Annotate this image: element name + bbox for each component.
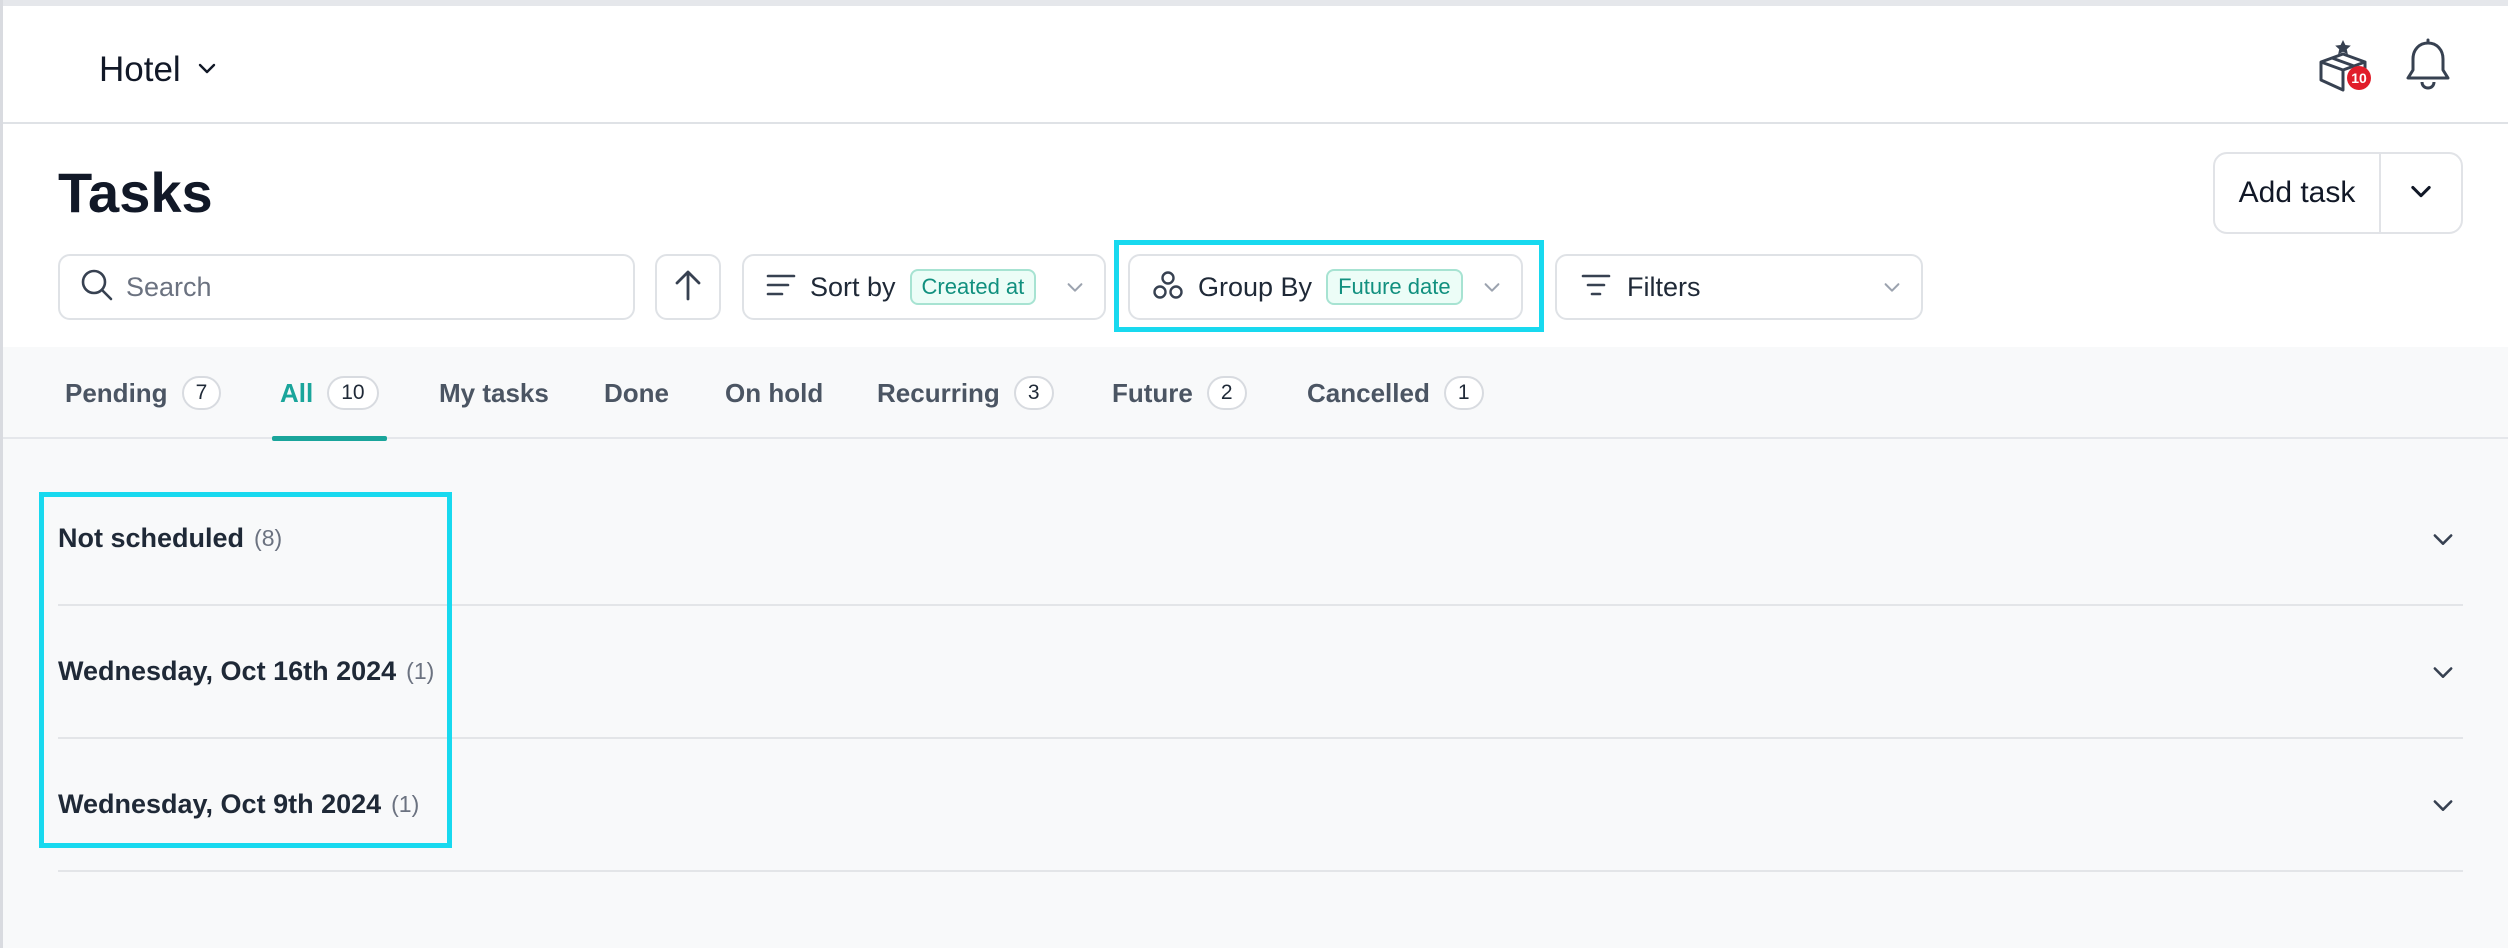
add-task-options-button[interactable] bbox=[2381, 154, 2461, 232]
chevron-down-icon bbox=[195, 56, 219, 85]
group-count: (1) bbox=[406, 658, 435, 684]
tab-count-badge: 2 bbox=[1206, 376, 1247, 410]
tab-future[interactable]: Future 2 bbox=[1112, 347, 1247, 439]
page-title: Tasks bbox=[58, 161, 213, 224]
property-switcher[interactable]: Hotel bbox=[99, 44, 219, 96]
group-header-oct-9[interactable]: Wednesday, Oct 9th 2024 (1) bbox=[58, 739, 2463, 872]
tab-all[interactable]: All 10 bbox=[272, 347, 387, 441]
top-bar: Hotel 10 bbox=[3, 0, 2508, 124]
property-name: Hotel bbox=[99, 50, 181, 89]
gift-box-icon: 10 bbox=[2313, 36, 2373, 96]
tab-count-badge: 1 bbox=[1443, 376, 1484, 410]
tab-recurring[interactable]: Recurring 3 bbox=[877, 347, 1054, 439]
chevron-down-icon bbox=[1064, 276, 1086, 303]
filters-label: Filters bbox=[1627, 271, 1701, 302]
tab-count-badge: 7 bbox=[181, 376, 222, 410]
group-title: Not scheduled bbox=[58, 523, 245, 553]
tab-label: Cancelled bbox=[1307, 377, 1430, 408]
sort-by-label: Sort by bbox=[810, 271, 896, 302]
tab-label: Recurring bbox=[877, 377, 1000, 408]
tab-count-badge: 3 bbox=[1013, 376, 1054, 410]
bell-icon bbox=[2403, 38, 2453, 97]
whats-new-gift-button[interactable]: 10 bbox=[2313, 36, 2373, 96]
tab-label: My tasks bbox=[439, 377, 549, 408]
add-task-split-button: Add task bbox=[2213, 152, 2463, 234]
notifications-button[interactable] bbox=[2399, 38, 2457, 96]
tab-count-badge: 10 bbox=[327, 376, 379, 410]
tab-label: On hold bbox=[725, 377, 824, 408]
arrow-up-icon bbox=[673, 268, 703, 307]
tab-label: Done bbox=[604, 377, 669, 408]
chevron-down-icon bbox=[2407, 177, 2435, 210]
chevron-down-icon bbox=[1881, 276, 1903, 303]
task-list-area: Pending 7 All 10 My tasks Done On hold R… bbox=[3, 347, 2508, 948]
sort-by-dropdown[interactable]: Sort by Created at bbox=[742, 254, 1106, 320]
tab-label: Future bbox=[1112, 377, 1193, 408]
group-count: (1) bbox=[391, 791, 420, 817]
search-input[interactable]: Search bbox=[126, 272, 212, 303]
search-icon bbox=[80, 268, 114, 307]
group-by-dropdown[interactable]: Group By Future date bbox=[1128, 254, 1523, 320]
status-tabs: Pending 7 All 10 My tasks Done On hold R… bbox=[3, 347, 2508, 441]
add-task-button[interactable]: Add task bbox=[2215, 154, 2381, 232]
filters-dropdown[interactable]: Filters bbox=[1555, 254, 1923, 320]
group-title: Wednesday, Oct 9th 2024 bbox=[58, 789, 382, 819]
group-header-oct-16[interactable]: Wednesday, Oct 16th 2024 (1) bbox=[58, 606, 2463, 739]
chevron-down-icon bbox=[2429, 658, 2457, 691]
group-circles-icon bbox=[1152, 269, 1184, 306]
group-count: (8) bbox=[254, 525, 283, 551]
tab-my-tasks[interactable]: My tasks bbox=[439, 347, 549, 439]
search-field[interactable]: Search bbox=[58, 254, 635, 320]
chevron-down-icon bbox=[2429, 791, 2457, 824]
chevron-down-icon bbox=[1481, 276, 1503, 303]
app-window: Hotel 10 Tasks Add task Search Sort by C… bbox=[0, 0, 2508, 948]
tab-label: Pending bbox=[65, 377, 168, 408]
filter-icon bbox=[1581, 272, 1611, 303]
group-value-pill: Future date bbox=[1326, 269, 1463, 305]
tab-label: All bbox=[280, 377, 314, 408]
sort-value-pill: Created at bbox=[909, 269, 1037, 305]
tab-done[interactable]: Done bbox=[604, 347, 669, 439]
tab-cancelled[interactable]: Cancelled 1 bbox=[1307, 347, 1484, 439]
gift-count-badge: 10 bbox=[2347, 66, 2371, 90]
tab-pending[interactable]: Pending 7 bbox=[65, 347, 222, 439]
tab-on-hold[interactable]: On hold bbox=[725, 347, 823, 439]
sort-lines-icon bbox=[766, 272, 796, 303]
group-header-not-scheduled[interactable]: Not scheduled (8) bbox=[58, 473, 2463, 606]
chevron-down-icon bbox=[2429, 525, 2457, 558]
sort-direction-button[interactable] bbox=[655, 254, 721, 320]
group-title: Wednesday, Oct 16th 2024 bbox=[58, 656, 397, 686]
group-by-label: Group By bbox=[1198, 271, 1313, 302]
